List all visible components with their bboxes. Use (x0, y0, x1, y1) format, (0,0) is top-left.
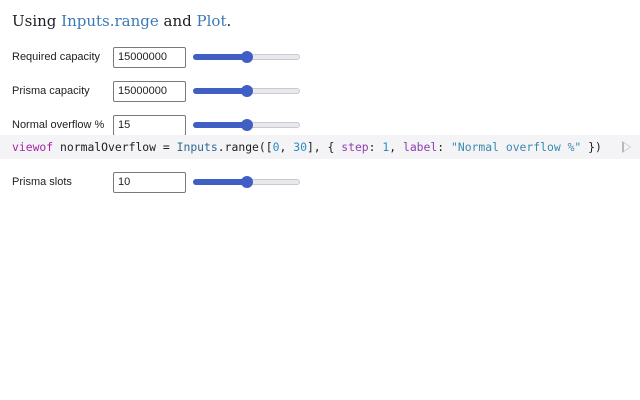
play-icon[interactable] (622, 141, 631, 153)
code-token: "Normal overflow %" (450, 140, 582, 154)
prisma-slots-control: Prisma slots (12, 171, 300, 193)
normal-overflow-control: Normal overflow % (12, 114, 300, 136)
slider-fill (193, 122, 247, 128)
code-token: ], { (306, 140, 342, 154)
code-token: viewof (12, 140, 54, 154)
code-token: step (341, 140, 369, 154)
prisma-slots-slider[interactable] (193, 171, 300, 193)
inputs-range-link[interactable]: Inputs.range (61, 12, 159, 30)
slider-thumb[interactable] (241, 85, 253, 97)
code-line: viewof normalOverflow = Inputs.range([0,… (12, 135, 602, 159)
required-capacity-control: Required capacity (12, 46, 300, 68)
required-capacity-label: Required capacity (12, 51, 101, 63)
code-token: label (402, 140, 438, 154)
code-token: normalOverflow = (53, 140, 177, 154)
prisma-slots-label: Prisma slots (12, 176, 72, 188)
normal-overflow-slider[interactable] (193, 114, 300, 136)
prisma-capacity-control: Prisma capacity (12, 80, 300, 102)
code-cell[interactable]: viewof normalOverflow = Inputs.range([0,… (0, 135, 640, 159)
prisma-capacity-input[interactable] (113, 80, 186, 102)
code-token: 30 (293, 140, 307, 154)
required-capacity-input[interactable] (113, 46, 186, 68)
slider-thumb[interactable] (241, 119, 253, 131)
code-token: : (368, 140, 383, 154)
slider-fill (193, 179, 247, 185)
prisma-slots-input[interactable] (113, 171, 186, 193)
intro-suffix: . (226, 12, 232, 30)
code-token: .range([ (217, 140, 273, 154)
intro-middle: and (158, 12, 197, 30)
code-token: Inputs (176, 140, 218, 154)
slider-thumb[interactable] (241, 51, 253, 63)
code-token: , (389, 140, 403, 154)
code-token: }) (581, 140, 602, 154)
intro-text: Using Inputs.range and Plot. (12, 10, 231, 32)
prisma-capacity-label: Prisma capacity (12, 85, 90, 97)
code-token: : (437, 140, 451, 154)
code-token: 0 (272, 140, 280, 154)
normal-overflow-input[interactable] (113, 114, 186, 136)
code-token: , (279, 140, 294, 154)
slider-thumb[interactable] (241, 176, 253, 188)
slider-fill (193, 54, 247, 60)
slider-fill (193, 88, 247, 94)
plot-link[interactable]: Plot (197, 12, 227, 30)
intro-prefix: Using (12, 12, 62, 30)
normal-overflow-label: Normal overflow % (12, 119, 105, 131)
required-capacity-slider[interactable] (193, 46, 300, 68)
prisma-capacity-slider[interactable] (193, 80, 300, 102)
